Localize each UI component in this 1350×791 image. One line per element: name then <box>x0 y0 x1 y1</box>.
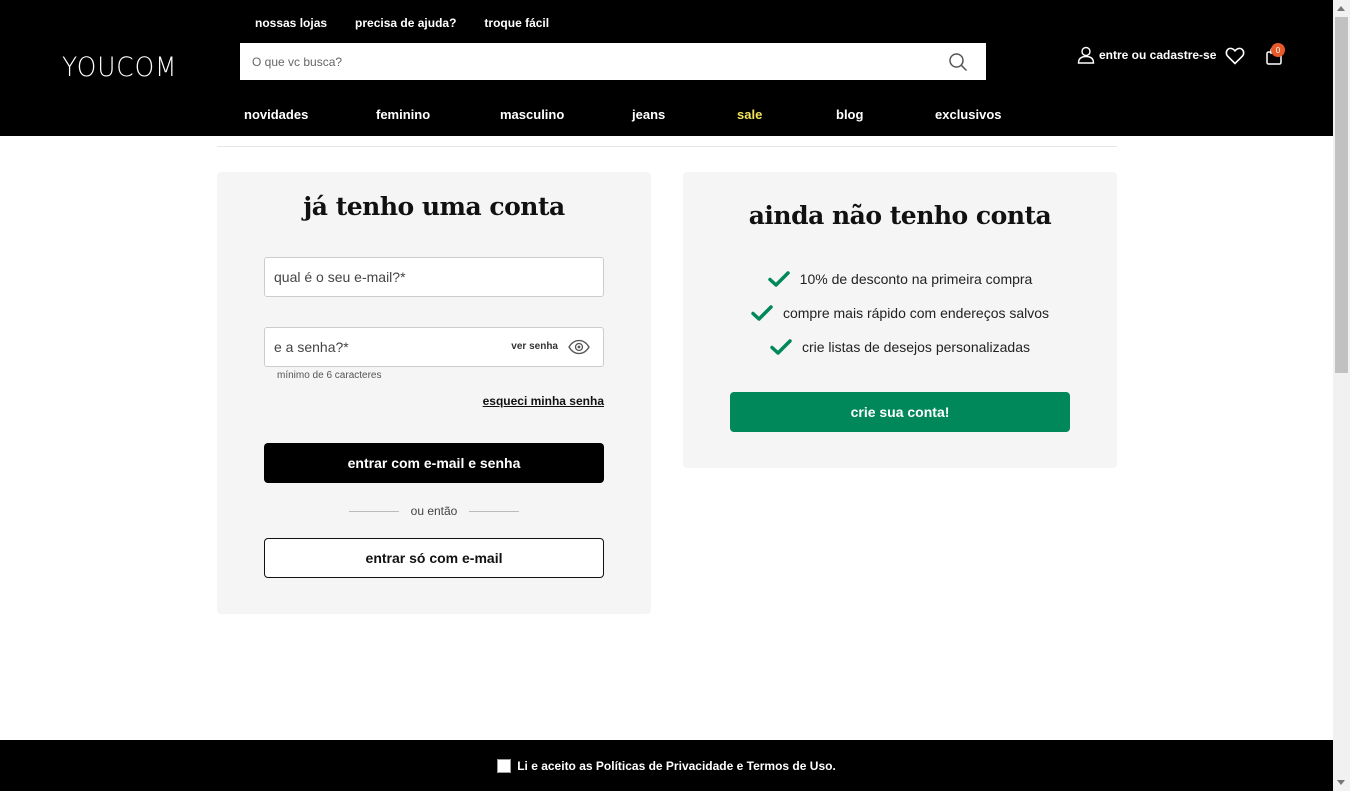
benefit-item: 10% de desconto na primeira compra <box>683 262 1117 296</box>
email-input[interactable] <box>265 258 495 296</box>
search-bar <box>240 43 986 80</box>
scroll-down-arrow[interactable] <box>1337 780 1345 785</box>
youcom-logo[interactable]: YOUCOM <box>62 52 177 83</box>
benefits-list: 10% de desconto na primeira compra compr… <box>683 262 1117 364</box>
link-precisa-de-ajuda[interactable]: precisa de ajuda? <box>355 16 456 30</box>
forgot-password-link[interactable]: esqueci minha senha <box>483 394 604 408</box>
search-icon[interactable] <box>948 52 968 72</box>
email-field <box>264 257 604 297</box>
login-email-only-button[interactable]: entrar só com e-mail <box>264 538 604 578</box>
scroll-thumb[interactable] <box>1335 17 1348 373</box>
benefit-text: 10% de desconto na primeira compra <box>799 271 1033 287</box>
consent-bar: Li e aceito as Políticas de Privacidade … <box>0 740 1333 791</box>
register-card: ainda não tenho conta 10% de desconto na… <box>683 172 1117 468</box>
nav-feminino[interactable]: feminino <box>376 107 430 122</box>
top-links: nossas lojas precisa de ajuda? troque fá… <box>255 16 549 30</box>
user-icon <box>1077 46 1095 64</box>
password-input[interactable] <box>265 328 495 366</box>
create-account-button[interactable]: crie sua conta! <box>730 392 1070 432</box>
account-label: entre ou cadastre-se <box>1099 48 1217 62</box>
login-title: já tenho uma conta <box>303 192 565 221</box>
separator-line <box>469 510 520 512</box>
nav-novidades[interactable]: novidades <box>244 107 308 122</box>
nav-sale[interactable]: sale <box>737 107 762 122</box>
check-icon <box>770 339 792 355</box>
consent-checkbox[interactable] <box>497 758 512 773</box>
login-card: já tenho uma conta ver senha mínimo de 6… <box>217 172 651 614</box>
password-field: ver senha <box>264 327 604 367</box>
login-email-password-button[interactable]: entrar com e-mail e senha <box>264 443 604 483</box>
or-separator: ou então <box>217 504 651 518</box>
site-header: YOUCOM nossas lojas precisa de ajuda? tr… <box>0 0 1333 136</box>
nav-blog[interactable]: blog <box>836 107 863 122</box>
benefit-item: crie listas de desejos personalizadas <box>683 330 1117 364</box>
benefit-text: compre mais rápido com endereços salvos <box>782 305 1050 321</box>
benefit-text: crie listas de desejos personalizadas <box>801 339 1030 355</box>
eye-icon[interactable] <box>568 339 590 355</box>
link-nossas-lojas[interactable]: nossas lojas <box>255 16 327 30</box>
password-hint: mínimo de 6 caracteres <box>277 370 382 381</box>
show-password-button[interactable]: ver senha <box>511 341 558 352</box>
search-input[interactable] <box>240 43 920 80</box>
link-troque-facil[interactable]: troque fácil <box>484 16 549 30</box>
scroll-up-arrow[interactable] <box>1337 6 1345 11</box>
nav-exclusivos[interactable]: exclusivos <box>935 107 1002 122</box>
main-nav: novidades feminino masculino jeans sale … <box>0 107 1333 125</box>
benefit-item: compre mais rápido com endereços salvos <box>683 296 1117 330</box>
heart-icon[interactable] <box>1225 46 1245 66</box>
content-divider <box>217 146 1117 147</box>
consent-text[interactable]: Li e aceito as Políticas de Privacidade … <box>517 759 836 773</box>
cart-count-badge: 0 <box>1271 43 1285 57</box>
separator-line <box>348 510 399 512</box>
or-label: ou então <box>410 504 458 518</box>
register-title: ainda não tenho conta <box>748 201 1052 230</box>
account-link[interactable]: entre ou cadastre-se <box>1077 46 1216 64</box>
nav-jeans[interactable]: jeans <box>632 107 665 122</box>
page-scrollbar[interactable] <box>1333 0 1350 791</box>
nav-masculino[interactable]: masculino <box>500 107 564 122</box>
check-icon <box>751 305 773 321</box>
check-icon <box>767 271 790 287</box>
